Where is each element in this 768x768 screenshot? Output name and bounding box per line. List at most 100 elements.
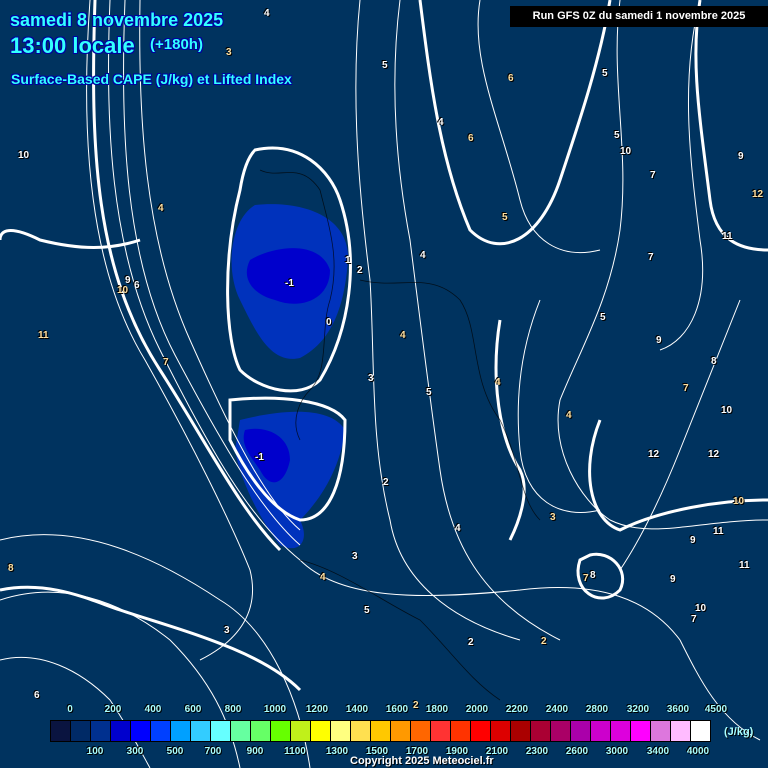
colorbar-cell [531,721,551,741]
colorbar-tick-bottom: 500 [166,746,184,757]
contour-label: 5 [364,605,370,616]
colorbar-tick-bottom: 1300 [325,746,349,757]
colorbar-cell [311,721,331,741]
contour-label: 10 [18,150,30,161]
colorbar-tick-top: 1200 [305,704,329,715]
colorbar-tick-top: 3200 [626,704,650,715]
colorbar-cell [231,721,251,741]
colorbar-tick-top: 1800 [425,704,449,715]
colorbar-cell [391,721,411,741]
colorbar-tick-top: 3600 [666,704,690,715]
contour-label: 9 [690,535,696,546]
colorbar-cell [571,721,591,741]
contour-label: 5 [382,60,388,71]
contour-label: 11 [38,330,49,341]
colorbar-tick-bottom: 3000 [605,746,629,757]
colorbar-cell [451,721,471,741]
colorbar-cell [691,721,710,741]
colorbar-tick-bottom: 4000 [686,746,710,757]
contour-label: 11 [739,560,750,571]
colorbar-tick-top: 800 [224,704,242,715]
contour-label: 5 [600,312,606,323]
parameter-title: Surface-Based CAPE (J/kg) et Lifted Inde… [11,71,292,87]
colorbar-cell [291,721,311,741]
contour-label: 10 [695,603,707,614]
forecast-date: samedi 8 novembre 2025 [10,10,224,30]
contour-label: 9 [738,151,744,162]
colorbar-tick-top: 1000 [263,704,287,715]
contour-label: 3 [352,551,358,562]
contour-label: 5 [426,387,432,398]
colorbar-cell [251,721,271,741]
colorbar-cell [371,721,391,741]
contour-label: 11 [713,526,724,537]
colorbar-tick-bottom: 1100 [284,746,306,757]
colorbar-cell [651,721,671,741]
colorbar-cell [351,721,371,741]
colorbar-unit: (J/kg) [724,726,754,738]
model-run-label: Run GFS 0Z du samedi 1 novembre 2025 [510,6,768,27]
colorbar-cell [411,721,431,741]
contour-label: 11 [722,231,733,242]
contour-label: 8 [590,570,596,581]
contour-label: 7 [648,252,654,263]
contour-label: 2 [413,700,419,711]
contour-label: 4 [495,377,501,388]
colorbar-tick-top: 2200 [505,704,529,715]
contour-label: 7 [650,170,656,181]
colorbar-cell [271,721,291,741]
contour-label: 7 [163,357,169,368]
contour-label: 9 [656,335,662,346]
weather-map [0,0,768,768]
contour-label: 8 [8,563,14,574]
colorbar-tick-top: 2800 [585,704,609,715]
colorbar-tick-bottom: 100 [86,746,104,757]
colorbar-tick-bottom: 3400 [646,746,670,757]
colorbar-tick-top: 1600 [385,704,409,715]
colorbar-cell [71,721,91,741]
contour-label: -1 [255,452,264,463]
colorbar-tick-top: 4500 [704,704,728,715]
copyright: Copyright 2025 Meteociel.fr [350,755,494,767]
contour-label: 3 [368,373,374,384]
colorbar-cell [551,721,571,741]
contour-label: 4 [438,117,444,128]
lifted-index-contours [0,0,768,768]
colorbar-cell [471,721,491,741]
contour-label: 6 [34,690,40,701]
colorbar-cell [671,721,691,741]
colorbar-cell [591,721,611,741]
contour-label: 6 [468,133,474,144]
colorbar-cell [51,721,71,741]
contour-label: 2 [357,265,363,276]
forecast-lead: (+180h) [150,36,203,53]
contour-label: 5 [502,212,508,223]
colorbar-tick-bottom: 2600 [565,746,589,757]
colorbar-tick-top: 200 [104,704,122,715]
colorbar-cell [171,721,191,741]
colorbar-tick-top: 1400 [345,704,369,715]
contour-label: 4 [158,203,164,214]
colorbar-tick-top: 2400 [545,704,569,715]
contour-label: 4 [400,330,406,341]
contour-label: 4 [264,8,270,19]
contour-label: 5 [602,68,608,79]
contour-label: 4 [566,410,572,421]
colorbar-cell [131,721,151,741]
colorbar-cell [611,721,631,741]
colorbar-cell [211,721,231,741]
colorbar-cell [111,721,131,741]
contour-label: 9 [670,574,676,585]
contour-label: 5 [614,130,620,141]
colorbar-tick-top: 2000 [465,704,489,715]
forecast-time: 13:00 locale [10,33,135,58]
contour-label: 12 [648,449,660,460]
contour-label: -1 [285,278,294,289]
colorbar-cell [491,721,511,741]
contour-label: 6 [508,73,514,84]
contour-label: 4 [455,523,461,534]
colorbar-tick-top: 0 [67,704,73,715]
contour-label: 7 [683,383,689,394]
colorbar-cell [151,721,171,741]
contour-label: 4 [320,572,326,583]
